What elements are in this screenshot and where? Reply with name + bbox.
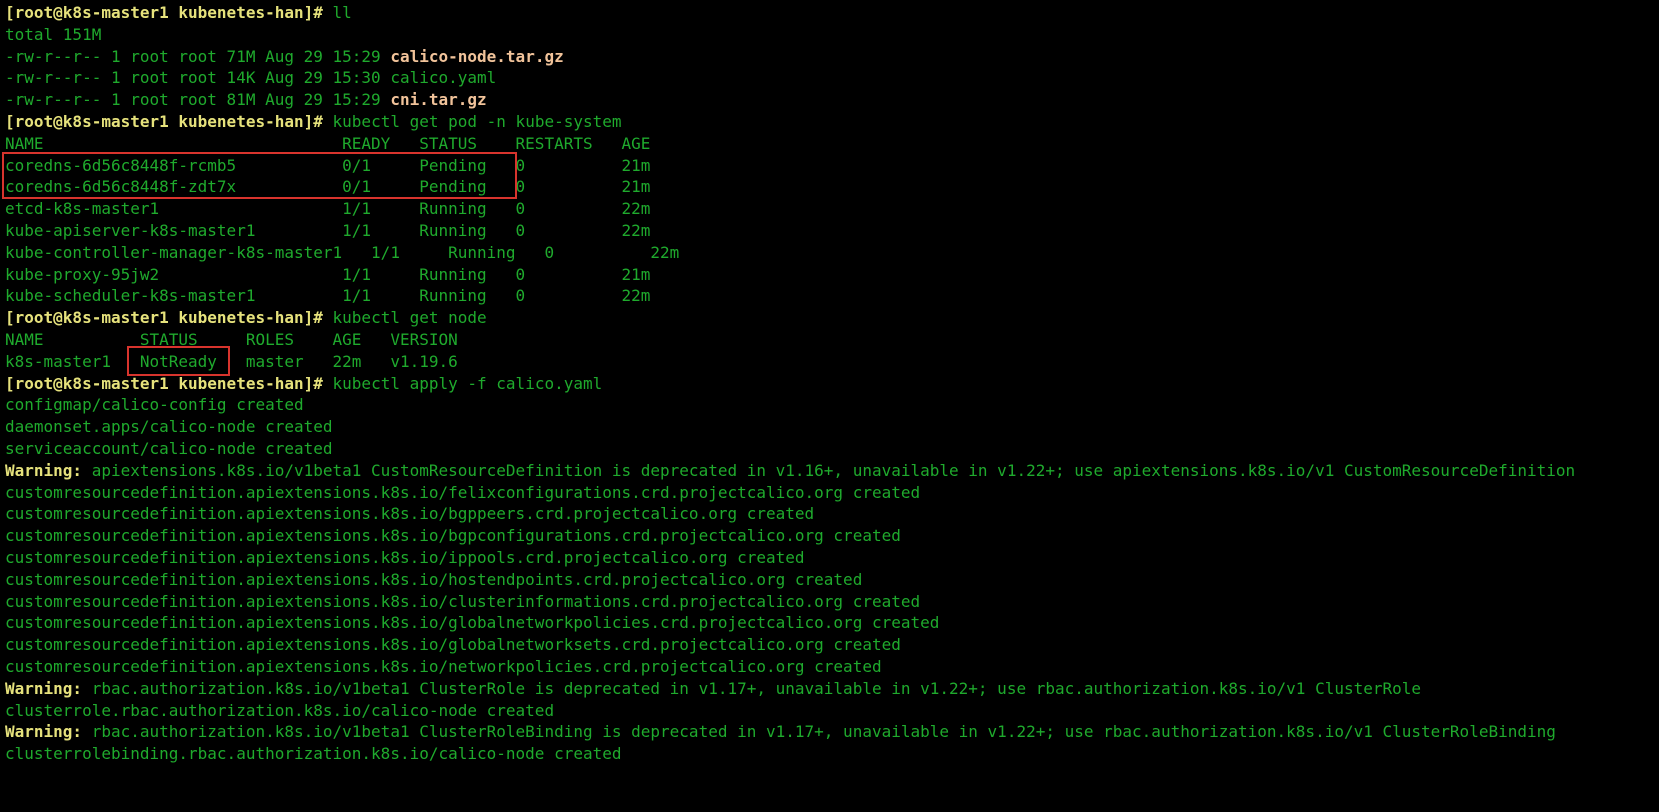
output-line: customresourcedefinition.apiextensions.k… bbox=[5, 635, 901, 655]
shell-prompt: [root@k8s-master1 kubenetes-han]# bbox=[5, 3, 323, 22]
pod-row: etcd-k8s-master1 1/1 Running 0 22m bbox=[5, 199, 651, 219]
output-line: customresourcedefinition.apiextensions.k… bbox=[5, 482, 921, 502]
file-name: calico.yaml bbox=[390, 68, 497, 88]
output-line: customresourcedefinition.apiextensions.k… bbox=[5, 504, 815, 524]
pod-row: coredns-6d56c8448f-zdt7x 0/1 Pending 0 2… bbox=[5, 177, 651, 197]
shell-prompt: [root@k8s-master1 kubenetes-han]# bbox=[5, 111, 323, 131]
output-line: serviceaccount/calico-node created bbox=[5, 438, 333, 458]
output-line: customresourcedefinition.apiextensions.k… bbox=[5, 569, 863, 589]
output-line: clusterrolebinding.rbac.authorization.k8… bbox=[5, 744, 622, 764]
output-line: customresourcedefinition.apiextensions.k… bbox=[5, 526, 901, 546]
prompt-line: [root@k8s-master1 kubenetes-han]# kubect… bbox=[5, 307, 1659, 329]
prompt-line: [root@k8s-master1 kubenetes-han]# kubect… bbox=[5, 373, 1659, 395]
node-row: k8s-master1 NotReady master 22m v1.19.6 bbox=[5, 351, 458, 371]
output-line: customresourcedefinition.apiextensions.k… bbox=[5, 591, 921, 611]
prompt-line: [root@k8s-master1 kubenetes-han]# kubect… bbox=[5, 111, 1659, 133]
warning-line: Warning: apiextensions.k8s.io/v1beta1 Cu… bbox=[5, 460, 1659, 482]
command-text: ll bbox=[332, 3, 352, 22]
warning-line: Warning: rbac.authorization.k8s.io/v1bet… bbox=[5, 678, 1659, 700]
warning-line: Warning: rbac.authorization.k8s.io/v1bet… bbox=[5, 721, 1659, 743]
file-row: -rw-r--r-- 1 root root 14K Aug 29 15:30 … bbox=[5, 67, 1659, 89]
warning-text: rbac.authorization.k8s.io/v1beta1 Cluste… bbox=[82, 722, 1556, 742]
file-meta: -rw-r--r-- 1 root root 71M Aug 29 15:29 bbox=[5, 46, 381, 66]
output-line: customresourcedefinition.apiextensions.k… bbox=[5, 613, 940, 633]
file-row: -rw-r--r-- 1 root root 81M Aug 29 15:29 … bbox=[5, 89, 1659, 111]
output-line: clusterrole.rbac.authorization.k8s.io/ca… bbox=[5, 700, 555, 720]
warning-text: apiextensions.k8s.io/v1beta1 CustomResou… bbox=[82, 460, 1576, 480]
warning-label: Warning: bbox=[5, 722, 83, 742]
warning-label: Warning: bbox=[5, 460, 83, 480]
file-row: -rw-r--r-- 1 root root 71M Aug 29 15:29 … bbox=[5, 46, 1659, 68]
file-name: calico-node.tar.gz bbox=[390, 46, 564, 66]
warning-label: Warning: bbox=[5, 678, 83, 698]
pod-row: kube-controller-manager-k8s-master1 1/1 … bbox=[5, 242, 680, 262]
output-line: customresourcedefinition.apiextensions.k… bbox=[5, 547, 805, 567]
output-line: configmap/calico-config created bbox=[5, 395, 304, 415]
table-header: NAME STATUS ROLES AGE VERSION bbox=[5, 329, 458, 349]
output-line: total 151M bbox=[5, 24, 102, 44]
file-meta: -rw-r--r-- 1 root root 14K Aug 29 15:30 bbox=[5, 68, 381, 88]
shell-prompt: [root@k8s-master1 kubenetes-han]# bbox=[5, 373, 323, 393]
command-text: kubectl get pod -n kube-system bbox=[332, 111, 622, 131]
table-header: NAME READY STATUS RESTARTS AGE bbox=[5, 133, 651, 153]
command-text: kubectl get node bbox=[332, 308, 487, 328]
pod-row: kube-proxy-95jw2 1/1 Running 0 21m bbox=[5, 264, 651, 284]
terminal-window[interactable]: [root@k8s-master1 kubenetes-han]# ll tot… bbox=[0, 0, 1659, 812]
pod-row: coredns-6d56c8448f-rcmb5 0/1 Pending 0 2… bbox=[5, 155, 651, 175]
prompt-line: [root@k8s-master1 kubenetes-han]# ll bbox=[5, 2, 1659, 24]
file-name: cni.tar.gz bbox=[390, 90, 487, 110]
pod-row: kube-scheduler-k8s-master1 1/1 Running 0… bbox=[5, 286, 651, 306]
file-meta: -rw-r--r-- 1 root root 81M Aug 29 15:29 bbox=[5, 90, 381, 110]
warning-text: rbac.authorization.k8s.io/v1beta1 Cluste… bbox=[82, 678, 1422, 698]
command-text: kubectl apply -f calico.yaml bbox=[332, 373, 603, 393]
pod-row: kube-apiserver-k8s-master1 1/1 Running 0… bbox=[5, 220, 651, 240]
output-line: customresourcedefinition.apiextensions.k… bbox=[5, 656, 882, 676]
shell-prompt: [root@k8s-master1 kubenetes-han]# bbox=[5, 308, 323, 328]
output-line: daemonset.apps/calico-node created bbox=[5, 417, 333, 437]
